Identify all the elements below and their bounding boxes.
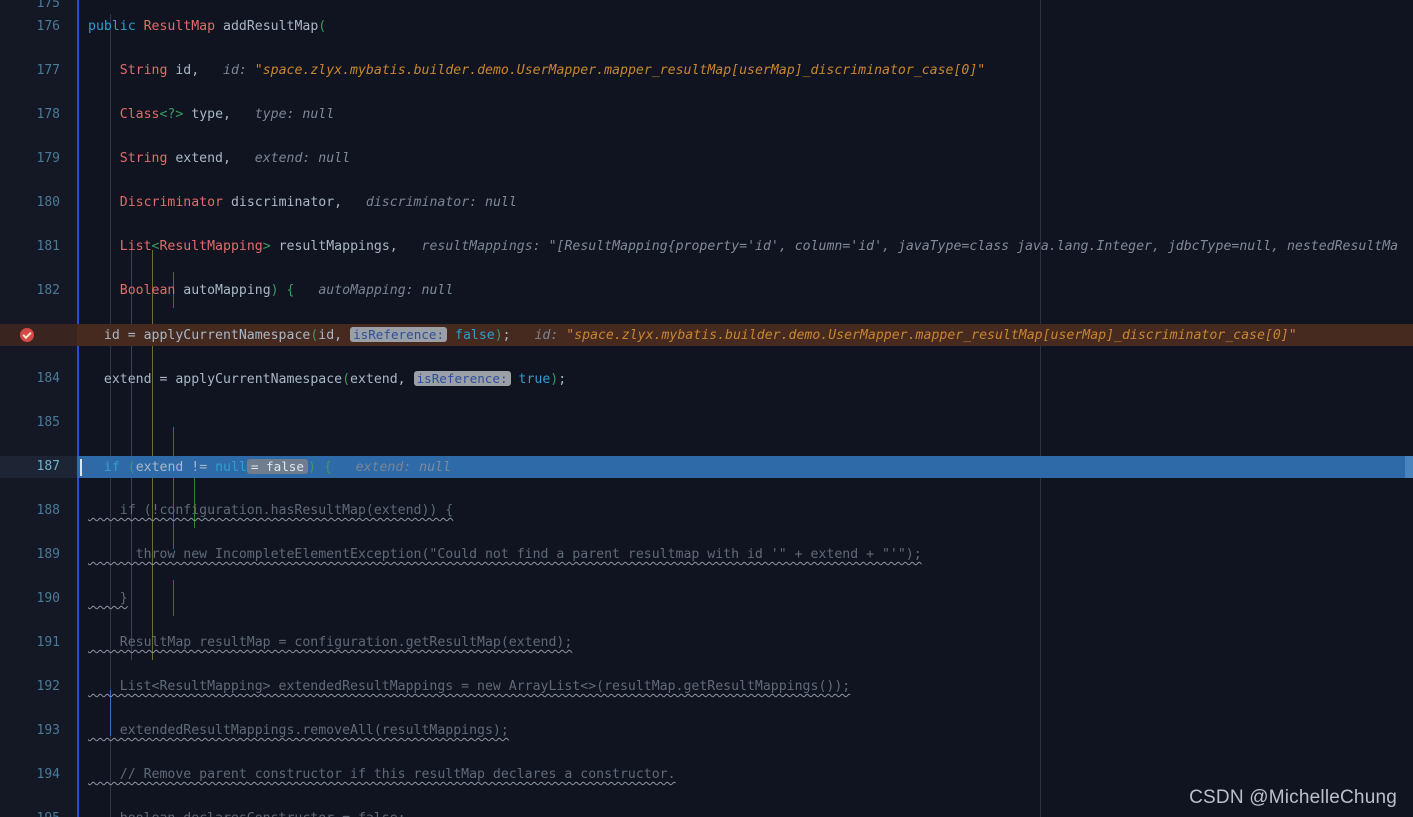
text-caret (80, 459, 82, 476)
code-line-193[interactable]: 194 // Remove parent constructor if this… (0, 764, 1413, 786)
line-code: List<ResultMapping> resultMappings, resu… (119, 239, 1399, 254)
line-number: 187 (36, 459, 60, 474)
watermark: CSDN @MichelleChung (1189, 787, 1397, 808)
code-line-178[interactable]: 178 Class<?> type, type: null (0, 104, 1413, 126)
code-line-175[interactable]: 175 (0, 0, 1413, 8)
line-code: String id, id: "space.zlyx.mybatis.build… (119, 63, 986, 78)
code-editor[interactable]: 175 176 public ResultMap addResultMap( 1… (0, 0, 1413, 817)
code-line-182[interactable]: 182 Boolean autoMapping) { autoMapping: … (0, 280, 1413, 302)
breakpoint-gutter-highlight (0, 324, 77, 346)
line-number: 195 (0, 808, 60, 817)
line-number: 182 (36, 283, 60, 298)
code-line-186[interactable]: 187 if (extend != null = false) { extend:… (0, 456, 1413, 478)
line-number: 181 (36, 239, 60, 254)
line-code: } (88, 591, 128, 606)
line-code: boolean declaresConstructor = false; (88, 808, 1413, 817)
line-number: 191 (36, 635, 60, 650)
line-code: if (!configuration.hasResultMap(extend))… (88, 503, 454, 518)
line-number: 185 (36, 415, 60, 430)
param-hint-badge: isReference: (350, 327, 448, 342)
line-code: id = applyCurrentNamespace(id, isReferen… (103, 327, 1297, 343)
line-number: 192 (36, 679, 60, 694)
line-code: // Remove parent constructor if this res… (88, 767, 676, 782)
line-number: 190 (36, 591, 60, 606)
code-line-177[interactable]: 177 String id, id: "space.zlyx.mybatis.b… (0, 60, 1413, 82)
line-number: 177 (36, 63, 60, 78)
breakpoint-verified-icon[interactable] (20, 328, 34, 342)
code-line-188[interactable]: 189 throw new IncompleteElementException… (0, 544, 1413, 566)
line-code: String extend, extend: null (119, 151, 351, 166)
code-line-190[interactable]: 191 ResultMap resultMap = configuration.… (0, 632, 1413, 654)
line-number: 179 (36, 151, 60, 166)
line-code: ResultMap resultMap = configuration.getR… (88, 635, 573, 650)
param-hint-badge: isReference: (413, 371, 511, 386)
code-line-194[interactable]: 195 boolean declaresConstructor = false; (0, 808, 1413, 817)
code-line-181[interactable]: 181 List<ResultMapping> resultMappings, … (0, 236, 1413, 258)
line-number: 188 (36, 503, 60, 518)
line-code: List<ResultMapping> extendedResultMappin… (88, 679, 851, 694)
line-number: 175 (36, 0, 60, 8)
code-line-179[interactable]: 179 String extend, extend: null (0, 148, 1413, 170)
line-number: 193 (36, 723, 60, 738)
indent-guide-5 (173, 427, 174, 549)
line-number: 176 (36, 19, 60, 34)
line-code: throw new IncompleteElementException("Co… (88, 547, 922, 562)
line-code: Class<?> type, type: null (119, 107, 335, 122)
code-line-187[interactable]: 188 if (!configuration.hasResultMap(exte… (0, 500, 1413, 522)
code-line-176[interactable]: 176 public ResultMap addResultMap( (0, 16, 1413, 38)
line-code: public ResultMap addResultMap( (88, 19, 327, 34)
code-line-189[interactable]: 190 } (0, 588, 1413, 610)
line-code: extendedResultMappings.removeAll(resultM… (88, 723, 509, 738)
line-number: 184 (36, 371, 60, 386)
line-number: 189 (36, 547, 60, 562)
line-number: 180 (36, 195, 60, 210)
line-code: Boolean autoMapping) { autoMapping: null (119, 283, 454, 298)
code-line-184[interactable]: 184 extend = applyCurrentNamespace(exten… (0, 368, 1413, 390)
code-line-185[interactable]: 185 (0, 412, 1413, 434)
line-number: 194 (36, 767, 60, 782)
line-code: Discriminator discriminator, discriminat… (119, 195, 517, 210)
code-line-183[interactable]: id = applyCurrentNamespace(id, isReferen… (0, 324, 1413, 346)
code-line-192[interactable]: 193 extendedResultMappings.removeAll(res… (0, 720, 1413, 742)
line-code: extend = applyCurrentNamespace(extend, i… (103, 371, 567, 387)
inline-value-badge: = false (246, 459, 308, 474)
code-line-180[interactable]: 180 Discriminator discriminator, discrim… (0, 192, 1413, 214)
line-code: if (extend != null = false) { extend: nul… (103, 459, 451, 475)
line-number: 178 (36, 107, 60, 122)
code-line-191[interactable]: 192 List<ResultMapping> extendedResultMa… (0, 676, 1413, 698)
